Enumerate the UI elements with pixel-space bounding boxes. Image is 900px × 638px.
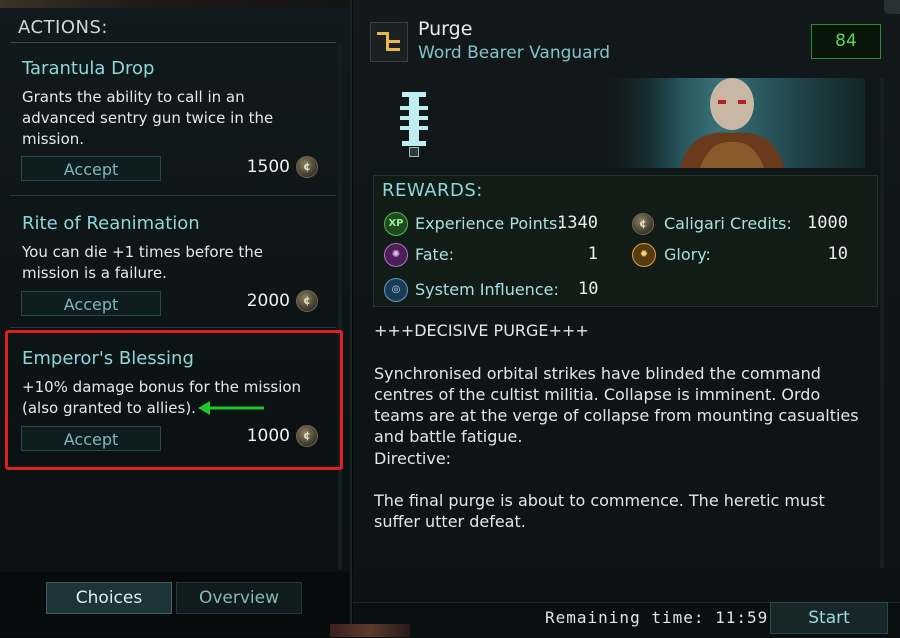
- mission-description: Synchronised orbital strikes have blinde…: [374, 364, 859, 446]
- start-button[interactable]: Start: [770, 602, 888, 634]
- reward-label: Caligari Credits:: [664, 214, 792, 233]
- tab-choices[interactable]: Choices: [46, 582, 172, 614]
- action-title: Tarantula Drop: [22, 58, 155, 79]
- fate-icon: ✺: [384, 243, 408, 267]
- glory-icon: ✹: [632, 243, 656, 267]
- portrait-fade: [600, 78, 680, 168]
- mission-subtitle: Word Bearer Vanguard: [418, 43, 611, 63]
- action-description: Grants the ability to call in an advance…: [22, 88, 274, 148]
- credits-coin-icon: ¢: [296, 156, 318, 178]
- mission-scrollbar[interactable]: [880, 78, 884, 568]
- green-arrow-annotation: [198, 401, 264, 415]
- directive-label: Directive:: [374, 449, 452, 468]
- faction-marker: [409, 147, 419, 157]
- corner-decoration: [884, 0, 900, 14]
- xp-icon: XP: [384, 212, 408, 236]
- remaining-time: Remaining time: 11:59: [545, 608, 769, 627]
- reward-value: 10: [578, 279, 599, 299]
- rewards-heading: REWARDS:: [382, 180, 483, 201]
- section-divider: [10, 195, 336, 196]
- purge-icon: [377, 32, 400, 51]
- reward-value: 1: [587, 244, 598, 264]
- top-decoration: [0, 0, 350, 8]
- credits-coin-icon: ¢: [632, 213, 654, 235]
- reward-value: 1340: [557, 213, 598, 233]
- action-title: Rite of Reanimation: [22, 213, 200, 234]
- heading-divider: [10, 42, 336, 43]
- tab-overview[interactable]: Overview: [176, 582, 302, 614]
- action-cost: 1500: [246, 157, 290, 177]
- mission-description-header: +++DECISIVE PURGE+++: [374, 321, 589, 340]
- actions-heading: ACTIONS:: [18, 17, 108, 38]
- planet-icon: ◎: [384, 278, 408, 302]
- reward-label: Glory:: [664, 245, 711, 264]
- mission-level-badge: 84: [811, 24, 881, 59]
- highlight-annotation-box: [5, 330, 343, 470]
- mission-title: Purge: [418, 18, 473, 40]
- actions-scrollbar[interactable]: [338, 44, 342, 569]
- faction-emblem-icon: [400, 92, 428, 146]
- accept-button[interactable]: Accept: [21, 291, 161, 316]
- reward-label: Experience Points:: [415, 214, 563, 233]
- section-divider: [10, 327, 336, 328]
- mission-type-icon: [370, 22, 408, 62]
- reward-label: Fate:: [415, 245, 455, 264]
- directive-text: The final purge is about to commence. Th…: [374, 491, 825, 531]
- action-cost: 2000: [246, 291, 290, 311]
- footer-decoration: [330, 624, 410, 637]
- reward-value: 1000: [807, 213, 848, 233]
- action-description: You can die +1 times before the mission …: [22, 243, 264, 282]
- reward-label: System Influence:: [415, 280, 559, 299]
- reward-value: 10: [827, 244, 848, 264]
- credits-coin-icon: ¢: [296, 290, 318, 312]
- accept-button[interactable]: Accept: [21, 156, 161, 181]
